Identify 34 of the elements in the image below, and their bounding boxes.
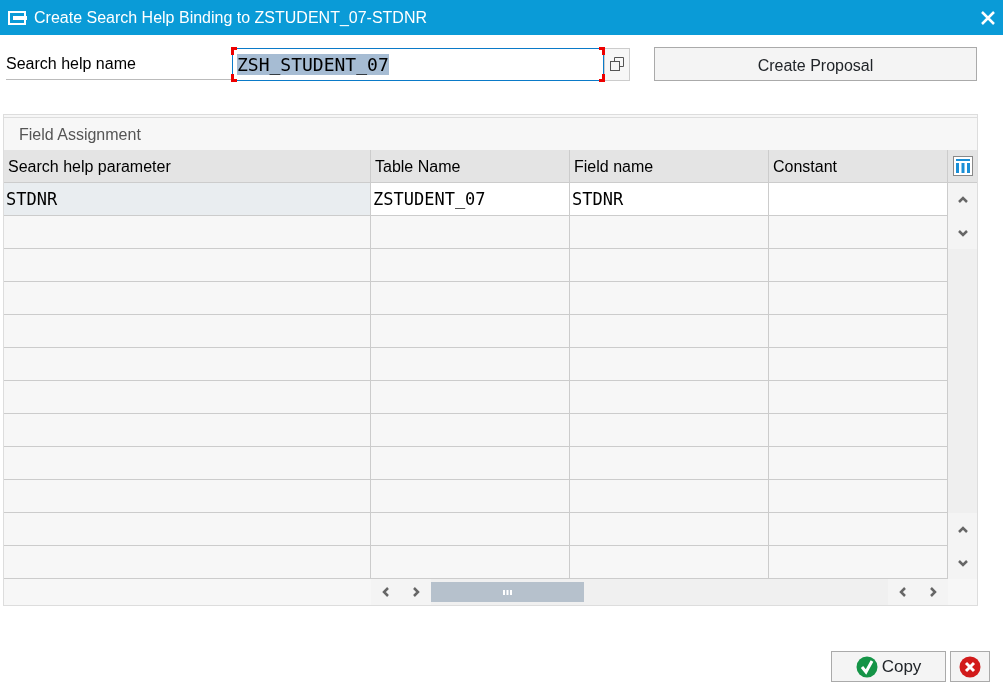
close-button[interactable] <box>981 10 995 25</box>
table-cell: STDNR <box>4 183 371 216</box>
scrollbar-thumb[interactable] <box>431 582 584 602</box>
table-cell: ZSTUDENT_07 <box>371 183 570 216</box>
column-header: Search help parameter <box>4 150 371 183</box>
close-icon <box>981 10 995 25</box>
window-title: Create Search Help Binding to ZSTUDENT_07-STDNR <box>34 7 429 28</box>
chevron-left-icon <box>897 586 909 598</box>
column-header: Table Name <box>371 150 570 183</box>
column-header: Constant <box>769 150 948 183</box>
cancel-button[interactable] <box>950 651 990 682</box>
table-cell: STDNR <box>570 183 769 216</box>
scroll-down-button[interactable] <box>948 216 977 249</box>
scroll-up-button[interactable] <box>948 513 977 546</box>
scroll-left-button[interactable] <box>888 579 918 605</box>
value-help-button[interactable] <box>604 47 630 81</box>
dialog-icon <box>8 9 28 26</box>
create-proposal-button[interactable]: Create Proposal <box>654 47 977 81</box>
scroll-right-button[interactable] <box>401 579 431 605</box>
chevron-right-icon <box>927 586 939 598</box>
chevron-right-icon <box>410 586 422 598</box>
column-header: Field name <box>570 150 769 183</box>
chevron-left-icon <box>380 586 392 598</box>
input-field[interactable]: ZSH_STUDENT_07 <box>232 47 604 81</box>
copy-button[interactable]: Copy <box>831 651 946 682</box>
columns-icon <box>952 156 973 176</box>
vertical-scrollbar[interactable] <box>948 183 977 579</box>
windows-icon <box>609 56 625 72</box>
check-icon <box>855 655 878 678</box>
field-label: Search help name <box>6 48 232 80</box>
cancel-icon <box>959 655 981 678</box>
grip-icon <box>503 589 512 595</box>
column-settings-button[interactable] <box>948 150 977 183</box>
scroll-up-button[interactable] <box>948 183 977 216</box>
